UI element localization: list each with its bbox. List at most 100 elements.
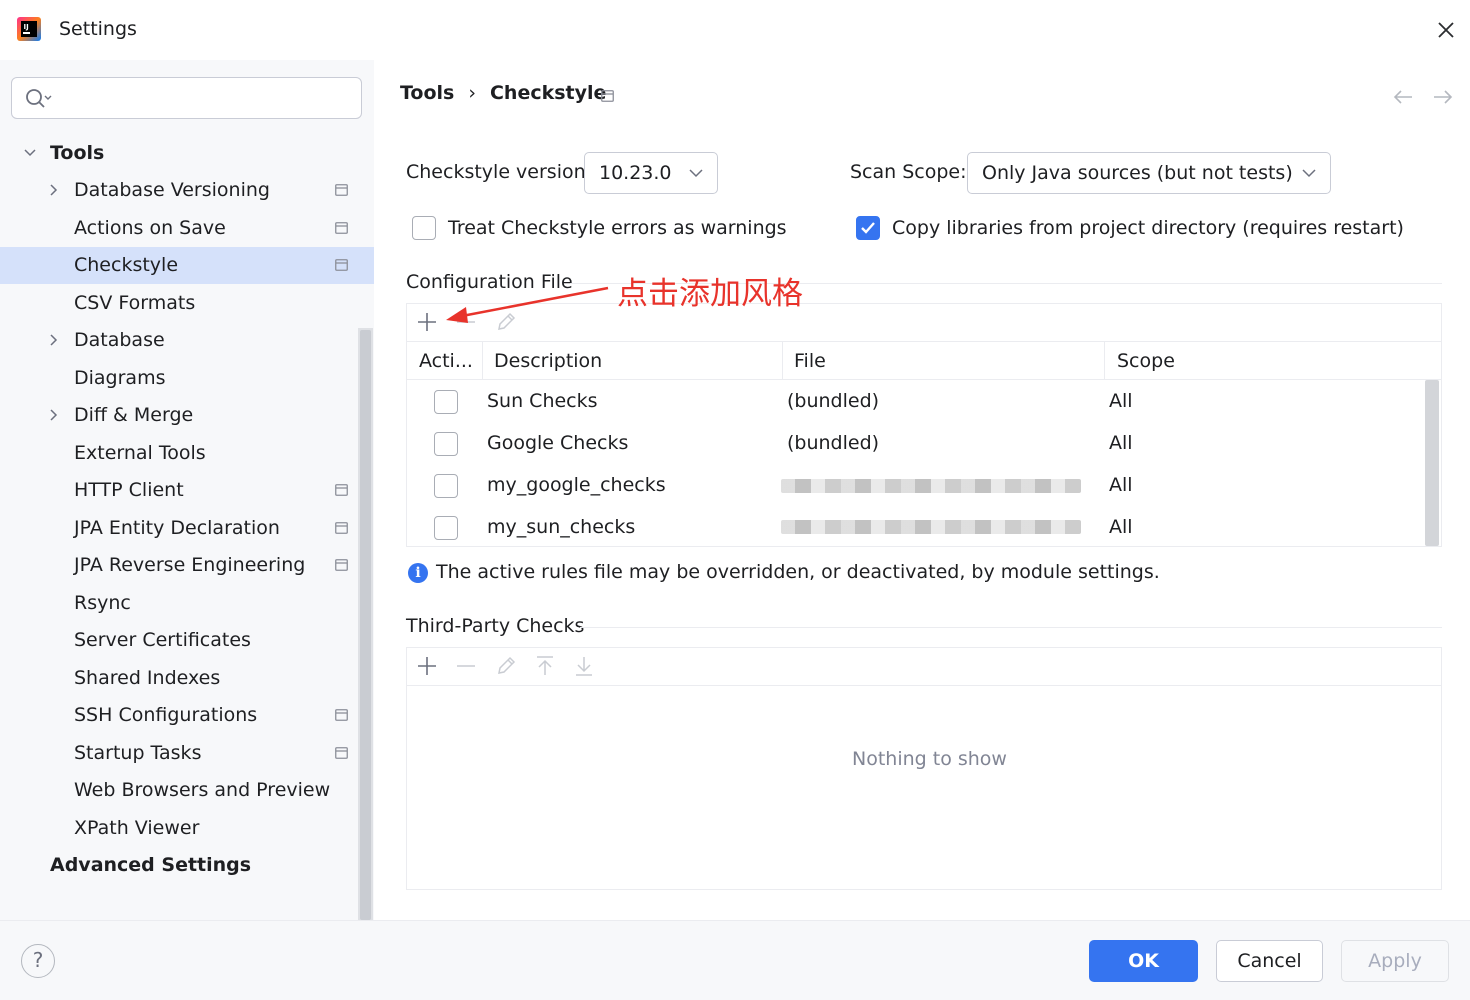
sidebar-item-label: Database Versioning: [74, 179, 270, 201]
add-icon[interactable]: [415, 310, 439, 334]
help-button[interactable]: ?: [21, 944, 55, 978]
sidebar-item-label: Advanced Settings: [50, 854, 252, 876]
breadcrumb-current: Checkstyle: [489, 82, 607, 104]
sidebar-item-label: Shared Indexes: [74, 667, 221, 689]
remove-icon[interactable]: [454, 654, 478, 678]
cancel-button[interactable]: Cancel: [1216, 940, 1323, 982]
column-header-scope[interactable]: Scope: [1117, 342, 1175, 380]
sidebar-item-advanced-settings[interactable]: Advanced Settings: [0, 847, 374, 884]
scan-scope-label: Scan Scope:: [850, 161, 967, 183]
treat-warnings-label: Treat Checkstyle errors as warnings: [448, 217, 787, 239]
breadcrumb: Tools › Checkstyle: [400, 82, 606, 104]
sidebar-item-label: JPA Reverse Engineering: [74, 554, 306, 576]
sidebar-item-label: XPath Viewer: [74, 817, 200, 839]
sidebar-item-label: Actions on Save: [74, 217, 226, 239]
project-level-icon: [335, 259, 348, 271]
chevron-down-icon: [1302, 169, 1316, 178]
sidebar-item-csv-formats[interactable]: CSV Formats: [0, 285, 374, 322]
sidebar-item-rsync[interactable]: Rsync: [0, 585, 374, 622]
column-header-active[interactable]: Acti...: [419, 342, 473, 380]
sidebar-item-database[interactable]: Database: [0, 322, 374, 359]
sidebar-item-database-versioning[interactable]: Database Versioning: [0, 172, 374, 209]
sidebar-item-web-browsers[interactable]: Web Browsers and Preview: [0, 772, 374, 809]
third-party-title: Third-Party Checks: [406, 615, 585, 637]
row-active-checkbox[interactable]: [434, 432, 458, 456]
back-arrow-icon[interactable]: [1392, 88, 1414, 106]
title-bar: IJ Settings: [0, 0, 1470, 60]
section-divider: [580, 627, 1442, 628]
sidebar-scrollbar-thumb[interactable]: [360, 330, 371, 920]
sidebar-item-label: Server Certificates: [74, 629, 251, 651]
sidebar-item-jpa-entity-declaration[interactable]: JPA Entity Declaration: [0, 510, 374, 547]
redacted-file-path: [781, 479, 1081, 493]
move-up-icon[interactable]: [533, 654, 557, 678]
column-header-file[interactable]: File: [794, 342, 826, 380]
forward-arrow-icon[interactable]: [1432, 88, 1454, 106]
row-scope: All: [1109, 474, 1133, 496]
sidebar-item-http-client[interactable]: HTTP Client: [0, 472, 374, 509]
copy-libraries-checkbox[interactable]: [856, 216, 880, 240]
sidebar-group-tools[interactable]: Tools: [0, 135, 374, 172]
version-value: 10.23.0: [599, 162, 672, 184]
sidebar-item-server-certificates[interactable]: Server Certificates: [0, 622, 374, 659]
redacted-file-path: [781, 520, 1081, 534]
edit-icon[interactable]: [494, 654, 518, 678]
annotation-arrow-icon: [446, 286, 609, 323]
apply-button[interactable]: Apply: [1341, 940, 1449, 982]
sidebar-item-label: Database: [74, 329, 165, 351]
settings-search[interactable]: [11, 77, 362, 119]
sidebar-item-diagrams[interactable]: Diagrams: [0, 360, 374, 397]
sidebar-item-shared-indexes[interactable]: Shared Indexes: [0, 660, 374, 697]
sidebar-item-startup-tasks[interactable]: Startup Tasks: [0, 735, 374, 772]
sidebar-item-label: Web Browsers and Preview: [74, 779, 331, 801]
empty-state-text: Nothing to show: [852, 748, 1007, 770]
sidebar-item-label: Diff & Merge: [74, 404, 194, 426]
sidebar-item-label: SSH Configurations: [74, 704, 258, 726]
checkstyle-version-label: Checkstyle version:: [406, 161, 593, 183]
sidebar-item-jpa-reverse-engineering[interactable]: JPA Reverse Engineering: [0, 547, 374, 584]
search-input[interactable]: [64, 86, 354, 110]
row-active-checkbox[interactable]: [434, 516, 458, 540]
annotation-text: 点击添加风格: [617, 276, 803, 312]
sidebar-item-external-tools[interactable]: External Tools: [0, 435, 374, 472]
column-divider: [1104, 342, 1105, 380]
column-header-description[interactable]: Description: [494, 342, 602, 380]
dialog-footer: ? OK Cancel Apply: [0, 920, 1470, 1000]
sidebar-item-label: CSV Formats: [74, 292, 196, 314]
scan-scope-select[interactable]: Only Java sources (but not tests): [967, 152, 1331, 194]
project-level-icon: [335, 522, 348, 534]
close-icon[interactable]: [1434, 18, 1458, 42]
configuration-file-panel: Acti... Description File Scope Sun Check…: [406, 303, 1442, 547]
sidebar-item-label: Startup Tasks: [74, 742, 202, 764]
toolbar-divider: [407, 685, 1441, 686]
column-divider: [482, 342, 483, 380]
row-active-checkbox[interactable]: [434, 474, 458, 498]
settings-content: Tools › Checkstyle Checkstyle version: 10.…: [374, 60, 1470, 920]
row-description: my_google_checks: [487, 474, 666, 496]
row-active-checkbox[interactable]: [434, 390, 458, 414]
project-level-icon: [335, 222, 348, 234]
sidebar-item-ssh-configurations[interactable]: SSH Configurations: [0, 697, 374, 734]
sidebar-item-diff-merge[interactable]: Diff & Merge: [0, 397, 374, 434]
move-down-icon[interactable]: [572, 654, 596, 678]
checkstyle-version-select[interactable]: 10.23.0: [584, 152, 718, 194]
sidebar-item-label: Diagrams: [74, 367, 166, 389]
third-party-panel: Nothing to show: [406, 647, 1442, 890]
intellij-logo-icon: IJ: [17, 17, 41, 41]
row-file: (bundled): [787, 432, 880, 454]
copy-libraries-label: Copy libraries from project directory (r…: [892, 217, 1404, 239]
table-scrollbar[interactable]: [1425, 380, 1439, 546]
sidebar-item-checkstyle[interactable]: Checkstyle: [0, 247, 374, 284]
add-icon[interactable]: [415, 654, 439, 678]
breadcrumb-parent[interactable]: Tools: [400, 82, 454, 104]
info-message: The active rules file may be overridden,…: [436, 561, 1160, 583]
row-scope: All: [1109, 390, 1133, 412]
ok-button[interactable]: OK: [1089, 940, 1198, 982]
row-description: Sun Checks: [487, 390, 598, 412]
project-level-icon: [601, 90, 614, 102]
sidebar-item-actions-on-save[interactable]: Actions on Save: [0, 210, 374, 247]
sidebar-item-label: External Tools: [74, 442, 206, 464]
sidebar-item-xpath-viewer[interactable]: XPath Viewer: [0, 810, 374, 847]
treat-warnings-checkbox[interactable]: [412, 216, 436, 240]
chevron-down-icon: [24, 149, 36, 157]
